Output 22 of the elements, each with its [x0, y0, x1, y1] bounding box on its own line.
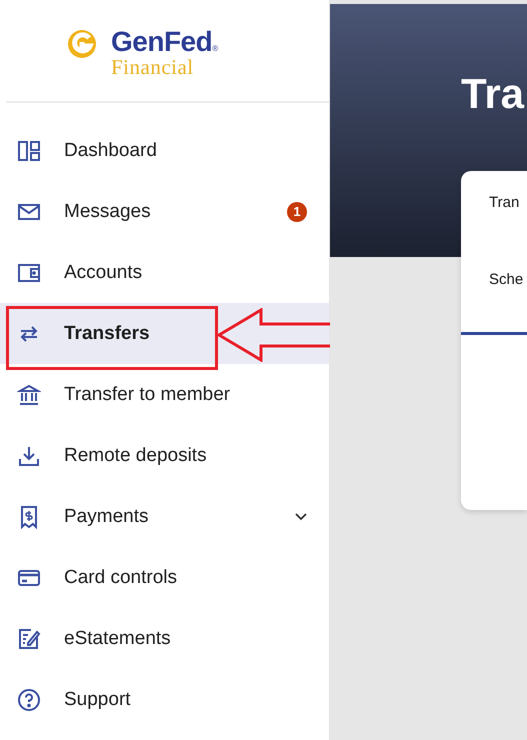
dashboard-icon — [17, 138, 41, 162]
sidebar-item[interactable]: Support — [0, 669, 329, 730]
registered-mark: ® — [212, 44, 218, 53]
sidebar-item[interactable]: Accounts — [0, 242, 329, 303]
sidebar-item[interactable]: Payments — [0, 486, 329, 547]
logo-icon — [67, 29, 97, 59]
unread-count-badge: 1 — [287, 202, 307, 222]
sidebar-item[interactable]: Remote deposits — [0, 425, 329, 486]
brand-name: GenFed — [111, 28, 212, 56]
card-item[interactable]: Tran — [461, 191, 527, 268]
sidebar-item[interactable]: Transfers — [0, 303, 329, 364]
sidebar-item[interactable]: eStatements — [0, 608, 329, 669]
sidebar-item[interactable]: Transfer to member — [0, 364, 329, 425]
brand-tagline: Financial — [111, 56, 195, 78]
sidebar-item[interactable]: Dashboard — [0, 120, 329, 181]
help-icon — [17, 688, 41, 712]
page-title: Tra — [460, 69, 526, 118]
sidebar-item[interactable]: Card controls — [0, 547, 329, 608]
document-pen-icon — [17, 626, 41, 650]
sidebar-item[interactable]: Messages 1 — [0, 181, 329, 242]
card-item[interactable]: Sche — [461, 268, 527, 345]
bank-icon — [17, 382, 41, 406]
